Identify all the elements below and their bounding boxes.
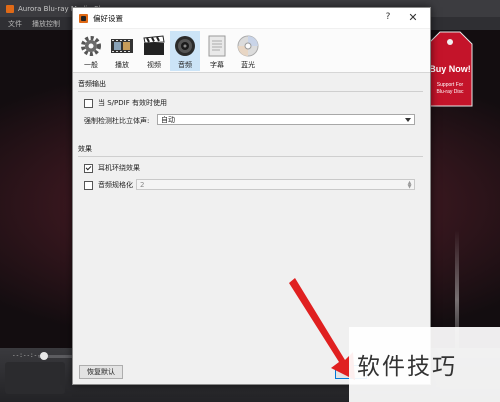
stereo-detect-value: 自动 <box>161 115 175 124</box>
disc-icon <box>237 35 259 57</box>
category-tabbar: 一般 播放 视频 音频 字幕 蓝光 <box>73 29 430 73</box>
section-divider <box>78 91 423 92</box>
menu-playback[interactable]: 播放控制 <box>32 19 60 29</box>
clapperboard-icon <box>143 35 165 55</box>
film-strip-icon <box>111 39 133 53</box>
normalize-label: 音频规格化 <box>98 181 133 189</box>
tab-label: 视频 <box>147 61 161 69</box>
buy-now-headline: Buy Now! <box>429 64 471 74</box>
document-icon <box>208 35 226 57</box>
tab-playback[interactable]: 播放 <box>107 31 137 71</box>
normalize-checkbox-row[interactable]: 音频规格化 <box>84 180 133 190</box>
dialog-title: 偏好设置 <box>93 13 123 23</box>
tag-hole-icon <box>447 39 453 45</box>
player-logo-icon <box>6 4 14 13</box>
stereo-detect-select[interactable]: 自动 <box>157 114 415 125</box>
tab-label: 一般 <box>84 61 98 69</box>
watermark-text: 软件技巧 <box>357 354 457 380</box>
section-divider <box>78 156 423 157</box>
spdif-label: 当 S/PDIF 有效时使用 <box>98 99 167 107</box>
close-button[interactable]: ✕ <box>406 11 420 25</box>
tab-video[interactable]: 视频 <box>139 31 169 71</box>
seek-knob[interactable] <box>40 352 48 360</box>
buy-now-subline-1: Support For <box>437 82 464 88</box>
tab-general[interactable]: 一般 <box>76 31 106 71</box>
spdif-checkbox[interactable] <box>84 98 93 108</box>
headphone-label: 耳机环绕效果 <box>98 164 140 172</box>
stereo-detect-label: 强制检测杜比立体声: <box>84 117 150 125</box>
menu-file[interactable]: 文件 <box>8 19 22 29</box>
tab-bluray[interactable]: 蓝光 <box>233 31 263 71</box>
headphone-checkbox-row[interactable]: 耳机环绕效果 <box>84 163 140 173</box>
transport-controls[interactable] <box>5 362 65 394</box>
watermark: 软件技巧 <box>349 327 500 402</box>
normalize-level-spinbox[interactable]: 2 ▲ ▼ <box>136 179 415 190</box>
time-display: --:--:-- <box>12 352 41 359</box>
tab-subtitle[interactable]: 字幕 <box>202 31 232 71</box>
spin-arrows-icon[interactable]: ▲ ▼ <box>406 181 413 190</box>
normalize-checkbox[interactable] <box>84 180 93 190</box>
restore-defaults-button[interactable]: 恢复默认 <box>79 365 123 379</box>
section-title-audio-output: 音频输出 <box>78 80 106 88</box>
speaker-icon <box>175 36 195 56</box>
normalize-level-value: 2 <box>140 180 145 189</box>
section-title-effects: 效果 <box>78 145 92 153</box>
app-logo-icon <box>79 13 88 23</box>
help-button[interactable]: ? <box>381 12 395 25</box>
headphone-checkbox[interactable] <box>84 163 93 173</box>
gear-icon <box>81 36 101 56</box>
tab-label: 音频 <box>178 61 192 69</box>
dialog-titlebar: 偏好设置 ? ✕ <box>73 8 430 28</box>
tab-audio[interactable]: 音频 <box>170 31 200 71</box>
tab-label: 播放 <box>115 61 129 69</box>
buy-now-tag[interactable]: Buy Now! Support For Blu-ray Disc <box>426 30 474 110</box>
tab-label: 蓝光 <box>241 61 255 69</box>
tab-label: 字幕 <box>210 61 224 69</box>
chevron-down-icon <box>405 118 411 122</box>
buy-now-subline-2: Blu-ray Disc <box>437 89 464 95</box>
spdif-checkbox-row[interactable]: 当 S/PDIF 有效时使用 <box>84 98 167 108</box>
